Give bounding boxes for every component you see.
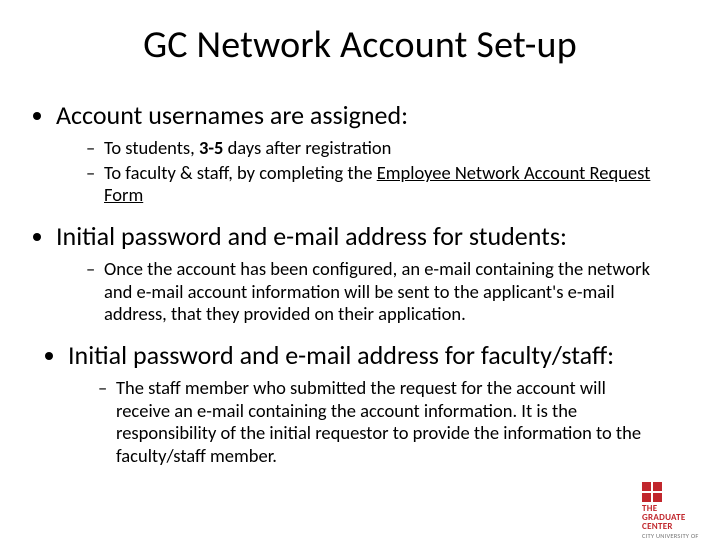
logo-mark-icon — [642, 482, 662, 502]
bullet-faculty-password: Initial password and e-mail address for … — [68, 340, 680, 467]
sub-list: The staff member who submitted the reque… — [68, 377, 680, 467]
logo-subtext: CITY UNIVERSITY OF NEW YORK — [642, 533, 706, 540]
sub-list: To students, 3-5 days after registration… — [56, 137, 680, 207]
sub-text-post: days after registration — [223, 136, 391, 159]
sub-students: To students, 3-5 days after registration — [86, 137, 660, 160]
slide-title: GC Network Account Set-up — [0, 22, 720, 68]
sub-text: Once the account has been configured, an… — [104, 257, 650, 325]
bullet-text: Initial password and e-mail address for … — [68, 339, 614, 371]
sub-faculty-desc: The staff member who submitted the reque… — [98, 377, 660, 467]
sub-text-pre: To faculty & staff, by completing the — [104, 161, 377, 184]
bullet-list: Account usernames are assigned: To stude… — [56, 100, 680, 467]
logo-line3: CENTER — [642, 522, 706, 531]
bullet-text: Account usernames are assigned: — [56, 99, 408, 131]
graduate-center-logo: THE GRADUATE CENTER CITY UNIVERSITY OF N… — [642, 482, 706, 540]
bullet-usernames: Account usernames are assigned: To stude… — [56, 100, 680, 207]
sub-text-bold: 3-5 — [199, 136, 223, 159]
slide: GC Network Account Set-up Account userna… — [0, 22, 720, 540]
sub-faculty-staff: To faculty & staff, by completing the Em… — [86, 162, 660, 207]
sub-text: The staff member who submitted the reque… — [116, 376, 641, 467]
bullet-students-password: Initial password and e-mail address for … — [56, 221, 680, 326]
sub-text-pre: To students, — [104, 136, 199, 159]
bullet-text: Initial password and e-mail address for … — [56, 220, 567, 252]
sub-students-desc: Once the account has been configured, an… — [86, 258, 660, 326]
sub-list: Once the account has been configured, an… — [56, 258, 680, 326]
